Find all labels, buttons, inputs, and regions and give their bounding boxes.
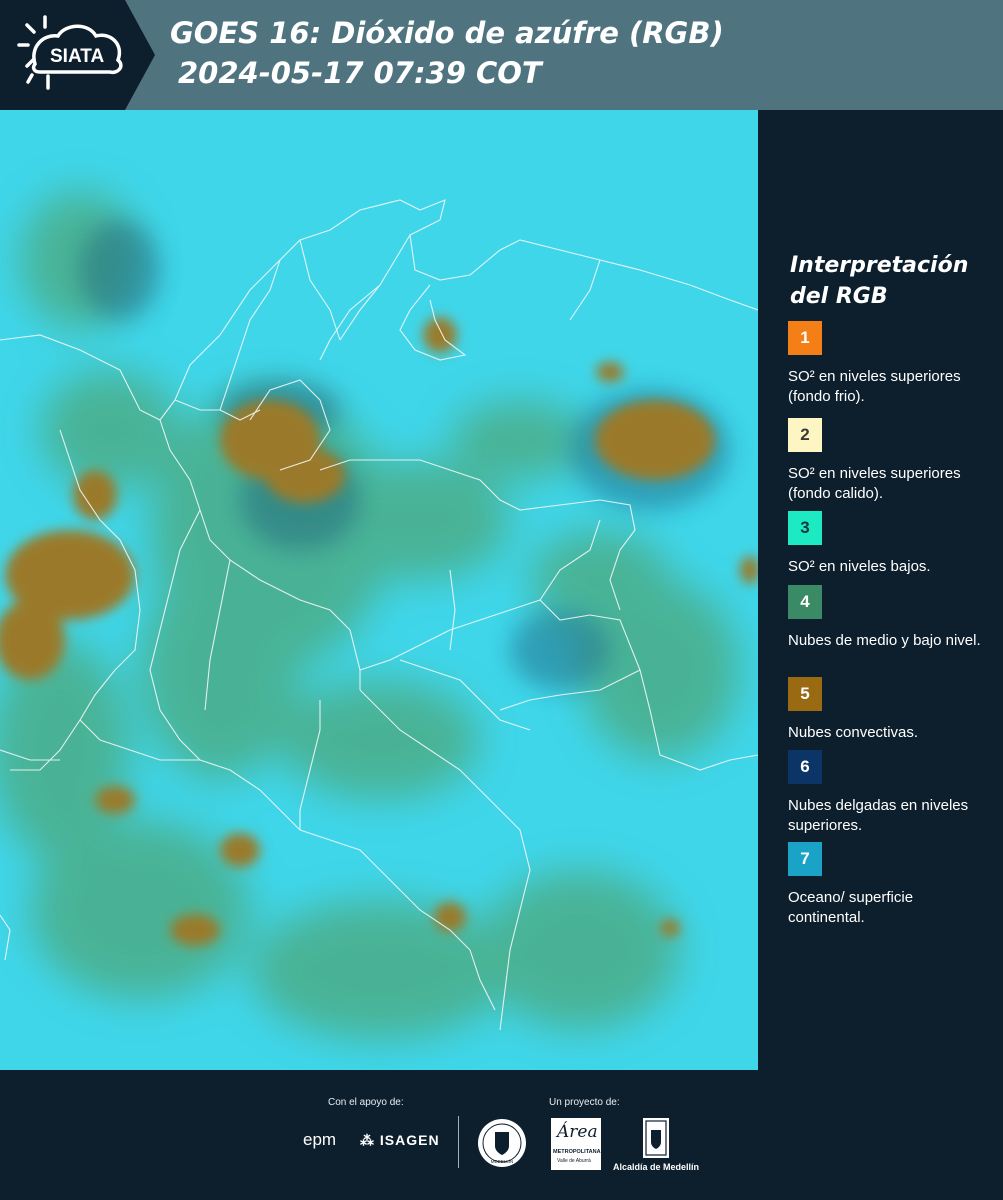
legend-label-3: SO² en niveles bajos.	[788, 558, 931, 575]
area-logo-sub2: Valle de Aburrá	[557, 1158, 591, 1164]
epm-logo[interactable]: epm	[303, 1130, 336, 1150]
seal-text: MEDELLÍN	[491, 1158, 514, 1164]
legend-swatch-7: 7	[788, 842, 822, 876]
legend-swatch-2: 2	[788, 418, 822, 452]
footer-divider	[458, 1116, 459, 1168]
legend-title: Interpretación del RGB	[790, 250, 968, 312]
legend-title-line1: Interpretación	[790, 253, 969, 278]
legend-label-1: SO² en niveles superiores (fondo frio).	[788, 368, 961, 405]
legend-item-4: 4 Nubes de medio y bajo nivel.	[788, 585, 988, 651]
legend-label-7: Oceano/ superficie continental.	[788, 889, 914, 926]
footer: Con el apoyo de: Un proyecto de: epm ⁂ I…	[0, 1070, 1003, 1200]
header: SIATA GOES 16: Dióxido de azúfre (RGB) 2…	[0, 0, 1003, 110]
project-label: Un proyecto de:	[549, 1097, 620, 1108]
area-logo-sub: METROPOLITANA	[553, 1149, 601, 1155]
legend-item-1: 1 SO² en niveles superiores (fondo frio)…	[788, 321, 988, 407]
support-label: Con el apoyo de:	[328, 1097, 404, 1108]
legend-swatch-6: 6	[788, 750, 822, 784]
page-title: GOES 16: Dióxido de azúfre (RGB)	[170, 16, 724, 50]
alcaldia-shield-icon	[643, 1118, 669, 1158]
isagen-icon: ⁂	[360, 1132, 375, 1148]
medellin-seal-logo[interactable]: MEDELLÍN	[477, 1118, 527, 1168]
satellite-map[interactable]	[0, 110, 758, 1070]
area-logo-text: Área	[557, 1122, 598, 1142]
timestamp: 2024-05-17 07:39 COT	[178, 56, 542, 90]
legend-item-3: 3 SO² en niveles bajos.	[788, 511, 988, 577]
legend-item-6: 6 Nubes delgadas en niveles superiores.	[788, 750, 988, 836]
siata-brand-text: SIATA	[50, 46, 104, 67]
legend-panel: Interpretación del RGB 1 SO² en niveles …	[758, 110, 1003, 1070]
legend-item-2: 2 SO² en niveles superiores (fondo calid…	[788, 418, 988, 510]
area-metropolitana-logo[interactable]: Área METROPOLITANA Valle de Aburrá	[551, 1118, 601, 1170]
legend-swatch-3: 3	[788, 511, 822, 545]
legend-swatch-1: 1	[788, 321, 822, 355]
legend-label-5: Nubes convectivas.	[788, 724, 919, 741]
isagen-logo[interactable]: ⁂ ISAGEN	[360, 1132, 440, 1149]
legend-title-line2: del RGB	[790, 284, 888, 309]
legend-item-5: 5 Nubes convectivas.	[788, 677, 988, 743]
legend-item-7: 7 Oceano/ superficie continental.	[788, 842, 988, 928]
legend-label-2: SO² en niveles superiores (fondo calido)…	[788, 465, 961, 502]
legend-label-6: Nubes delgadas en niveles superiores.	[788, 797, 969, 834]
siata-logo[interactable]: SIATA	[0, 0, 155, 110]
legend-swatch-4: 4	[788, 585, 822, 619]
alcaldia-logo-text[interactable]: Alcaldía de Medellín	[613, 1162, 699, 1172]
isagen-logo-text: ISAGEN	[379, 1132, 440, 1148]
legend-swatch-5: 5	[788, 677, 822, 711]
legend-label-4: Nubes de medio y bajo nivel.	[788, 632, 981, 649]
epm-logo-text: epm	[303, 1130, 337, 1149]
